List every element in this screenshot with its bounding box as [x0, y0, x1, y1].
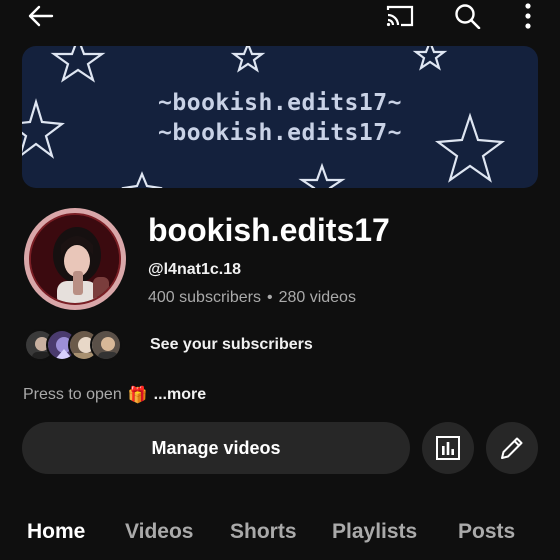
- video-count: 280 videos: [278, 289, 356, 306]
- search-icon[interactable]: [448, 0, 488, 32]
- analytics-icon: [436, 436, 460, 460]
- stats-separator: •: [266, 289, 273, 306]
- pencil-icon: [501, 437, 523, 459]
- top-app-bar: [0, 0, 560, 34]
- channel-stats: 400 subscribers • 280 videos: [148, 289, 356, 307]
- avatar[interactable]: [24, 208, 126, 310]
- arrow-left-icon[interactable]: [20, 0, 60, 32]
- edit-button[interactable]: [486, 422, 538, 474]
- avatar-photo: [29, 213, 121, 305]
- tab-playlists[interactable]: Playlists: [332, 520, 417, 544]
- star-decoration-icon: [22, 46, 506, 188]
- channel-handle: @l4nat1c.18: [148, 261, 241, 278]
- see-subscribers-row[interactable]: See your subscribers: [24, 328, 313, 362]
- channel-description[interactable]: Press to open 🎁 ...more: [23, 385, 206, 405]
- tab-shorts[interactable]: Shorts: [230, 520, 297, 544]
- subscriber-count: 400 subscribers: [148, 289, 261, 306]
- channel-name: bookish.edits17: [148, 212, 390, 248]
- see-subscribers-label[interactable]: See your subscribers: [150, 336, 350, 354]
- manage-videos-button[interactable]: Manage videos: [22, 422, 410, 474]
- cast-icon[interactable]: [380, 0, 420, 32]
- more-link[interactable]: ...more: [154, 386, 206, 404]
- description-text: Press to open: [23, 386, 122, 403]
- banner-text-line-2: ~bookish.edits17~: [158, 120, 402, 146]
- more-vert-icon[interactable]: [508, 0, 548, 32]
- subscriber-avatar: [90, 329, 122, 361]
- channel-tabs: Home Videos Shorts Playlists Posts: [0, 510, 560, 560]
- gift-emoji: 🎁: [127, 387, 148, 404]
- tab-home[interactable]: Home: [27, 520, 85, 544]
- tab-videos[interactable]: Videos: [125, 520, 193, 544]
- banner-text-line-1: ~bookish.edits17~: [158, 90, 402, 116]
- analytics-button[interactable]: [422, 422, 474, 474]
- channel-banner: ~bookish.edits17~ ~bookish.edits17~: [22, 46, 538, 188]
- tab-posts[interactable]: Posts: [458, 520, 515, 544]
